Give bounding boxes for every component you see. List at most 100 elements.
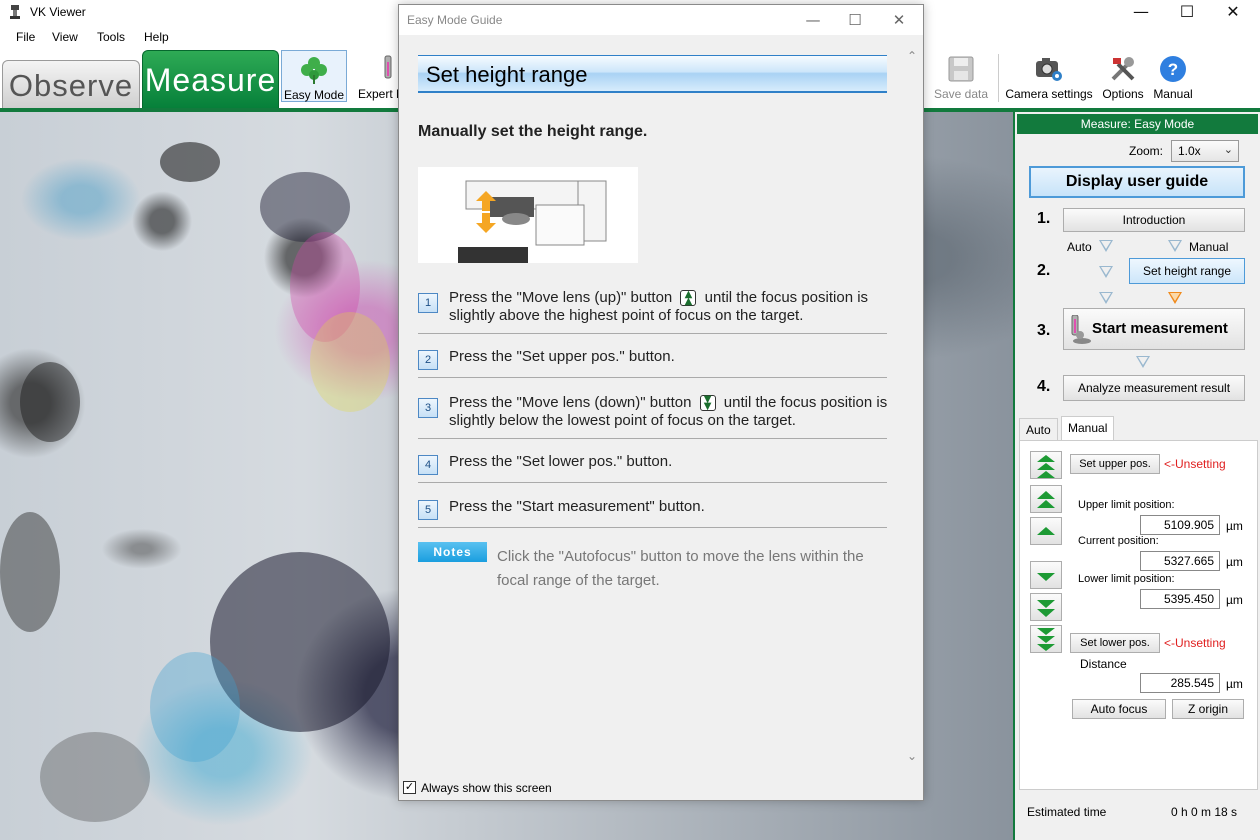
camera-settings-button[interactable]: Camera settings [1002,50,1096,102]
step-text: Press the "Start measurement" button. [449,498,705,515]
step-badge: 5 [418,500,438,520]
move-lens-down-icon: ▼ ▼ [699,395,716,412]
upper-status-text: <-Unsetting [1164,457,1226,471]
move-lens-up-fast-button[interactable] [1030,451,1062,479]
step-number-3: 3. [1037,322,1051,339]
start-measurement-button[interactable]: Start measurement [1063,308,1245,350]
tab-measure[interactable]: Measure [142,50,279,108]
manual-button[interactable]: ? Manual [1150,50,1196,102]
dialog-close-button[interactable]: ✕ [879,9,919,33]
options-label: Options [1102,87,1144,101]
menu-file[interactable]: File [16,30,35,44]
move-lens-up-icon: ▲ ▲ [680,290,697,307]
auto-manual-tabs: Auto Manual Set upper pos. <-Unsetting U… [1019,408,1258,790]
lower-limit-unit: µm [1226,593,1243,607]
lower-limit-label: Lower limit position: [1078,573,1175,585]
options-button[interactable]: Options [1098,50,1148,102]
app-icon [10,5,20,19]
flow-arrow-icon [1099,292,1113,304]
tab-observe[interactable]: Observe [2,60,140,108]
save-data-label: Save data [933,87,989,101]
manual-path-label: Manual [1189,240,1229,254]
tab-auto[interactable]: Auto [1019,418,1058,440]
auto-focus-button[interactable]: Auto focus [1072,699,1166,719]
current-position-value: 5327.665 [1140,551,1220,571]
move-lens-down-fast-button[interactable] [1030,625,1062,653]
step-number-4: 4. [1037,378,1051,395]
move-lens-up-medium-button[interactable] [1030,485,1062,513]
notes-text: Click the "Autofocus" button to move the… [497,548,864,589]
triple-down-arrow-icon [1037,628,1055,651]
minimize-button[interactable]: — [1118,0,1164,26]
guide-step: 2 Press the "Set upper pos." button. [418,348,887,378]
move-lens-up-button[interactable] [1030,517,1062,545]
set-height-range-button[interactable]: Set height range [1129,258,1245,284]
distance-label: Distance [1080,657,1127,671]
easy-mode-panel: Measure: Easy Mode Zoom: 1.0x ⌄ Display … [1013,112,1260,840]
menu-tools[interactable]: Tools [97,30,125,44]
step-badge: 1 [418,293,438,313]
always-show-checkbox[interactable]: ✓ [403,781,416,794]
introduction-button[interactable]: Introduction [1063,208,1245,232]
step-number-2: 2. [1037,262,1051,279]
toolbar-divider [998,54,999,102]
display-user-guide-button[interactable]: Display user guide [1029,166,1245,198]
camera-settings-label: Camera settings [1005,87,1093,101]
close-button[interactable]: ✕ [1210,0,1256,26]
analyze-result-button[interactable]: Analyze measurement result [1063,375,1245,401]
step-text: Press the "Set lower pos." button. [449,453,673,470]
guide-step: 1 Press the "Move lens (up)" button ▲ ▲ u… [418,289,887,334]
auto-path-label: Auto [1067,240,1092,254]
distance-unit: µm [1226,677,1243,691]
dialog-maximize-button[interactable]: ☐ [835,9,875,33]
scroll-up-icon[interactable]: ⌃ [907,49,917,63]
flow-arrow-icon [1099,240,1113,252]
estimated-time-label: Estimated time [1027,805,1107,819]
upper-limit-unit: µm [1226,519,1243,533]
sample-particle [160,142,220,182]
zoom-value: 1.0x [1178,144,1201,158]
clover-icon [301,57,327,84]
move-lens-down-medium-button[interactable] [1030,593,1062,621]
svg-text:?: ? [1168,60,1178,79]
tools-icon [1111,57,1135,81]
tab-manual[interactable]: Manual [1061,416,1115,440]
vk-viewer-window: VK Viewer — ☐ ✕ File View Tools Help Obs… [0,0,1260,840]
up-arrow-icon [1037,527,1055,535]
dialog-minimize-button[interactable]: — [793,9,833,33]
floppy-disk-icon [948,56,974,82]
step-text: Press the "Set upper pos." button. [449,348,675,365]
panel-header: Measure: Easy Mode [1017,114,1258,134]
easy-mode-button[interactable]: Easy Mode [281,50,347,102]
menu-view[interactable]: View [52,30,78,44]
easy-mode-guide-dialog: Easy Mode Guide — ☐ ✕ ⌃ Set height range… [398,4,924,801]
zoom-select[interactable]: 1.0x ⌄ [1171,140,1239,162]
move-lens-down-button[interactable] [1030,561,1062,589]
lens-icon [1071,315,1091,344]
camera-gear-icon [1036,58,1062,81]
flow-arrow-icon [1168,240,1182,252]
step-text: Press the "Move lens (up)" button [449,289,673,306]
window-title: VK Viewer [30,5,86,19]
scroll-down-icon[interactable]: ⌄ [907,749,917,763]
easy-mode-label: Easy Mode [283,88,345,102]
z-origin-button[interactable]: Z origin [1172,699,1244,719]
triple-up-arrow-icon [1037,455,1055,478]
start-measurement-label: Start measurement [1092,320,1228,337]
manual-tab-content: Set upper pos. <-Unsetting Upper limit p… [1019,440,1258,790]
step-number-1: 1. [1037,210,1051,227]
upper-limit-label: Upper limit position: [1078,499,1175,511]
step-badge: 2 [418,350,438,370]
help-icon: ? [1160,56,1186,82]
lens-icon [384,55,392,79]
lower-status-text: <-Unsetting [1164,636,1226,650]
menu-help[interactable]: Help [144,30,169,44]
step-text: Press the "Move lens (down)" button [449,394,692,411]
maximize-button[interactable]: ☐ [1164,0,1210,26]
save-data-button[interactable]: Save data [930,50,992,102]
set-lower-pos-button[interactable]: Set lower pos. [1070,633,1160,653]
set-upper-pos-button[interactable]: Set upper pos. [1070,454,1160,474]
guide-subheading: Manually set the height range. [418,123,648,140]
sample-particle [40,732,150,822]
flow-arrow-icon [1136,356,1150,368]
